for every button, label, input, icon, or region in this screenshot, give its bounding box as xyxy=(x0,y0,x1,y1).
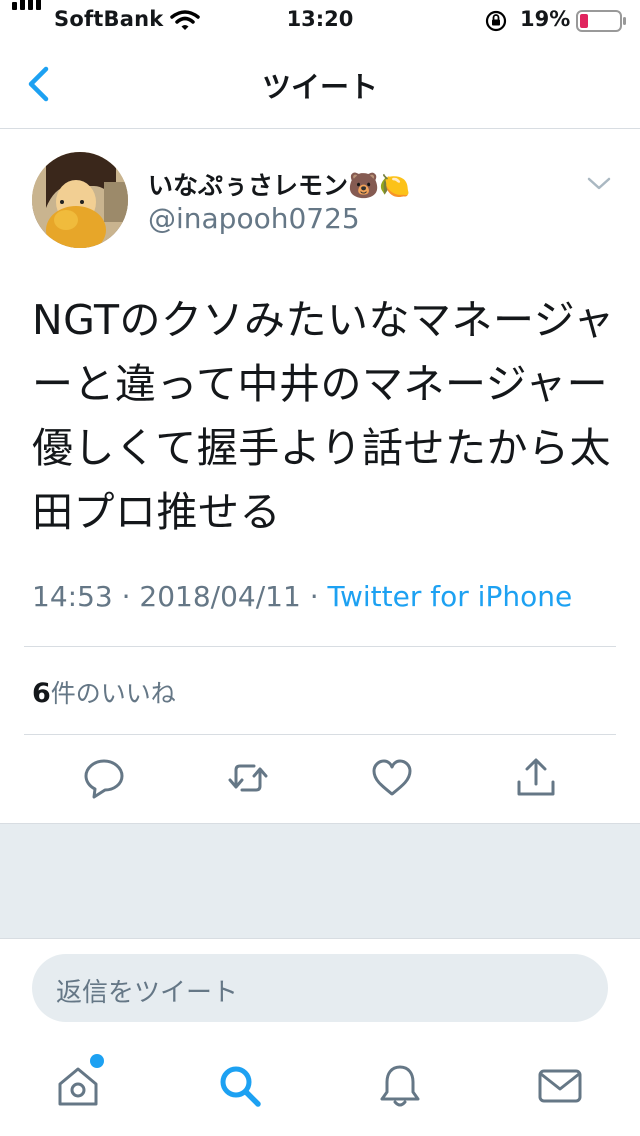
home-icon[interactable] xyxy=(54,1062,102,1110)
meta-separator: · xyxy=(121,580,131,613)
chevron-down-icon[interactable] xyxy=(586,176,612,192)
tweet-meta: 14:53 · 2018/04/11 · Twitter for iPhone xyxy=(32,580,572,613)
likes-count[interactable]: 6件のいいね xyxy=(32,674,176,710)
replies-area xyxy=(0,823,640,939)
tweet-source-link[interactable]: Twitter for iPhone xyxy=(328,580,573,613)
orientation-lock-icon xyxy=(485,10,507,32)
divider xyxy=(24,646,616,647)
tweet-time: 14:53 xyxy=(32,580,113,613)
navigation-bar: ツイート xyxy=(0,40,640,129)
search-icon[interactable] xyxy=(216,1062,264,1110)
battery-percentage: 19% xyxy=(520,7,571,31)
battery-icon xyxy=(576,10,626,32)
tweet-date: 2018/04/11 xyxy=(139,580,301,613)
like-icon[interactable] xyxy=(370,756,414,800)
status-bar: SoftBank 13:20 19% xyxy=(0,0,640,40)
page-title: ツイート xyxy=(261,70,378,104)
display-name[interactable]: いなぷぅさレモン🐻🍋 xyxy=(148,166,410,202)
reply-icon[interactable] xyxy=(82,756,126,800)
divider xyxy=(24,734,616,735)
meta-separator: · xyxy=(309,580,319,613)
share-icon[interactable] xyxy=(514,756,558,800)
retweet-icon[interactable] xyxy=(226,756,270,800)
notifications-icon[interactable] xyxy=(376,1062,424,1110)
avatar[interactable] xyxy=(32,152,128,248)
messages-icon[interactable] xyxy=(536,1062,584,1110)
likes-label: 件のいいね xyxy=(50,679,176,708)
user-handle[interactable]: @inapooh0725 xyxy=(148,202,360,235)
reply-placeholder: 返信をツイート xyxy=(56,978,239,1008)
notification-dot xyxy=(90,1054,104,1068)
avatar-image xyxy=(32,152,128,248)
tweet-text: NGTのクソみたいなマネージャーと違って中井のマネージャー優しくて握手より話せた… xyxy=(32,296,615,536)
likes-number: 6 xyxy=(32,678,51,709)
